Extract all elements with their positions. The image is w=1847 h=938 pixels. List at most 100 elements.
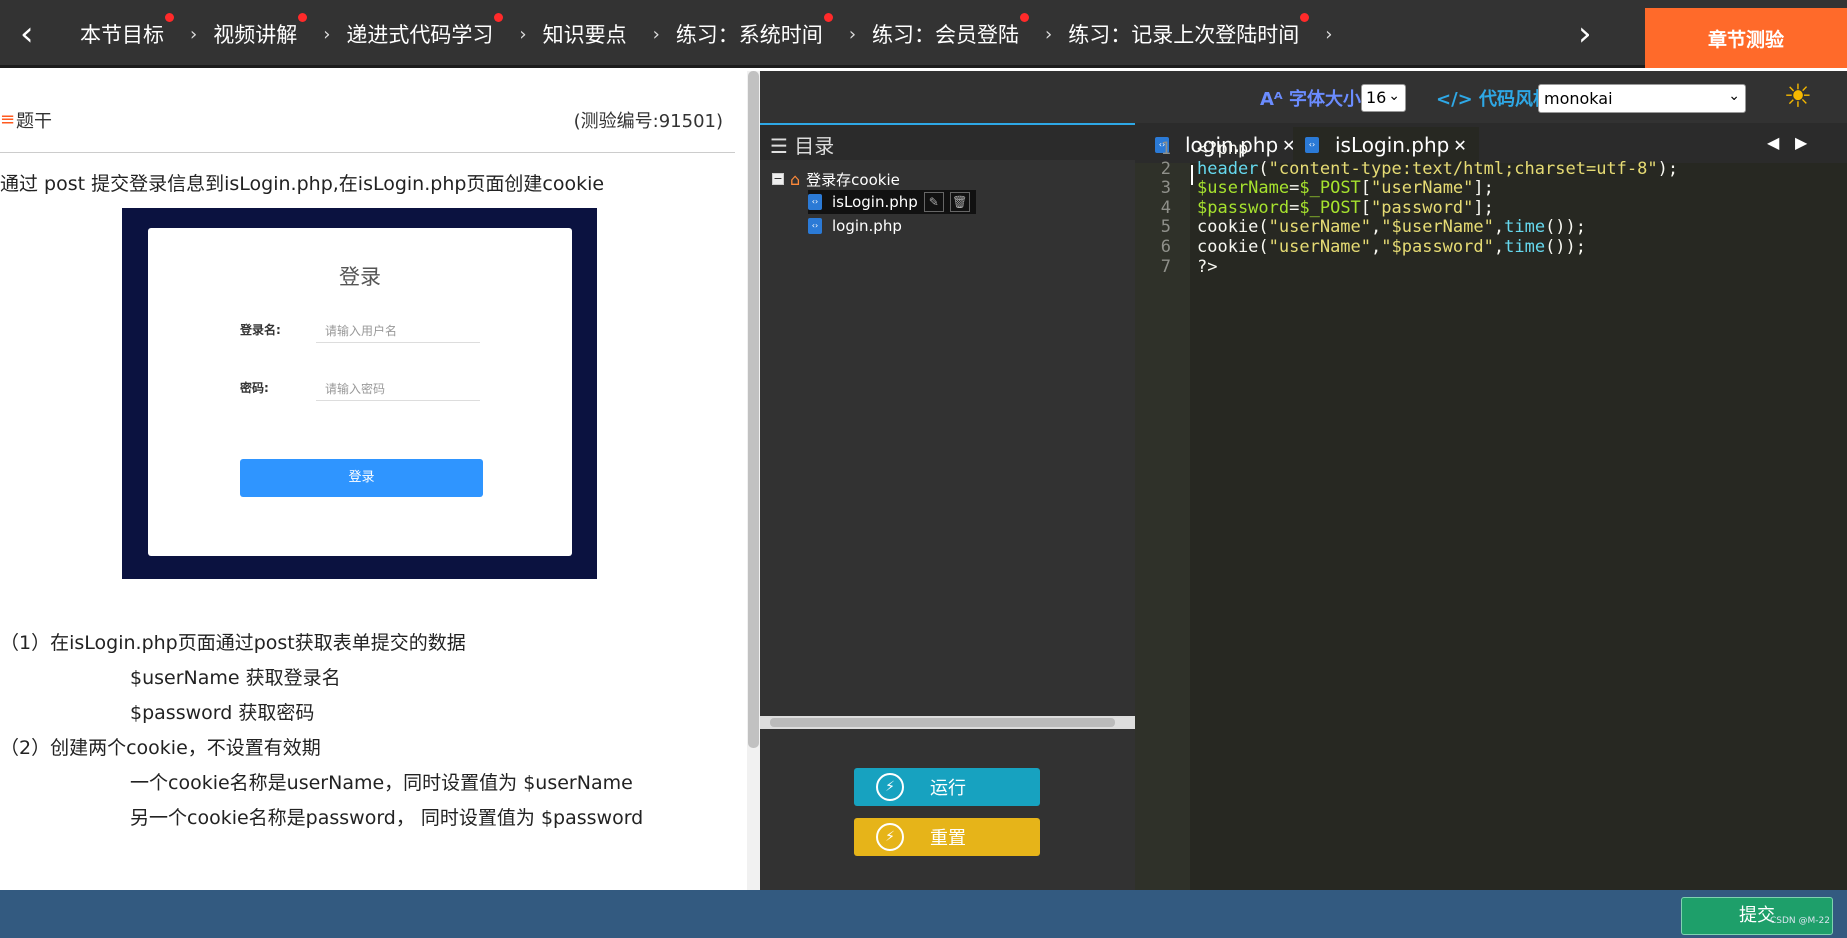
question-header: ≡ 题干 (测验编号:91501) bbox=[0, 107, 735, 137]
run-button[interactable]: ⚡ 运行 bbox=[854, 768, 1040, 806]
username-label: 登录名: bbox=[240, 323, 281, 337]
delete-icon[interactable]: 🗑 bbox=[949, 192, 970, 212]
question-title: 题干 bbox=[16, 111, 52, 132]
reset-label: 重置 bbox=[930, 828, 966, 849]
tree-file-islogin[interactable]: ‹› isLogin.php ✎ 🗑 bbox=[808, 190, 976, 214]
reset-button[interactable]: ⚡ 重置 bbox=[854, 818, 1040, 856]
collapse-icon[interactable]: − bbox=[772, 173, 784, 185]
next-arrow-icon[interactable]: › bbox=[1578, 16, 1592, 52]
left-scrollbar-thumb[interactable] bbox=[748, 71, 759, 748]
nav-item-label: 本节目标 bbox=[80, 13, 174, 49]
tab-scroll-left-icon[interactable]: ◀ bbox=[1767, 133, 1779, 152]
php-file-icon: ‹› bbox=[1305, 137, 1319, 153]
code-token: "password" bbox=[1371, 197, 1474, 218]
chevron-right-icon: › bbox=[1325, 23, 1333, 45]
username-row: 登录名: 请输入用户名 bbox=[240, 313, 480, 343]
unread-dot bbox=[823, 13, 833, 22]
lesson-nav: 本节目标 › 视频讲解 › 递进式代码学习 › 知识要点 › 练习：系统时间 › 练习：会员登陆 › 练… bbox=[80, 0, 1348, 68]
requirement-2: （2）创建两个cookie，不设置有效期 bbox=[0, 737, 321, 759]
code-token: ]; bbox=[1473, 197, 1494, 218]
tree-scrollbar-thumb[interactable] bbox=[770, 718, 1115, 727]
nav-item-label: 练习：系统时间 bbox=[676, 13, 833, 49]
tree-root-label: 登录存cookie bbox=[806, 170, 900, 189]
requirement-2a: 一个cookie名称是userName，同时设置值为 $userName bbox=[130, 772, 633, 794]
code-token: = bbox=[1289, 178, 1300, 199]
code-token: , bbox=[1371, 237, 1382, 257]
home-icon: ⌂ bbox=[790, 169, 801, 189]
code-style-label: </> 代码风格 bbox=[1436, 89, 1552, 110]
code-line: cookie("userName","$password",time()); bbox=[1197, 236, 1586, 259]
code-style-select[interactable]: monokai ⌄ bbox=[1538, 84, 1746, 113]
tab-scroll-right-icon[interactable]: ▶ bbox=[1795, 133, 1807, 152]
code-token: "$userName" bbox=[1381, 217, 1494, 238]
unread-dot bbox=[165, 13, 174, 22]
code-token: ?> bbox=[1197, 256, 1218, 277]
unread-dot bbox=[1300, 13, 1310, 22]
code-token: $_POST bbox=[1299, 197, 1361, 218]
line-number: 7 bbox=[1160, 256, 1171, 277]
login-card: 登录 登录名: 请输入用户名 密码: 请输入密码 登录 bbox=[148, 228, 572, 556]
edit-icon[interactable]: ✎ bbox=[923, 192, 944, 212]
nav-item-label: 练习：会员登陆 bbox=[872, 13, 1030, 49]
code-token: ]; bbox=[1473, 178, 1494, 199]
code-token: , bbox=[1493, 217, 1505, 238]
chevron-right-icon: › bbox=[190, 23, 198, 45]
nav-item[interactable]: 视频讲解 bbox=[213, 13, 308, 49]
directory-header: ☰ 目录 bbox=[760, 123, 1135, 160]
tree-file-login[interactable]: ‹› login.php bbox=[808, 214, 908, 238]
tree-file-label: isLogin.php bbox=[832, 193, 918, 211]
tree-file-label: login.php bbox=[832, 217, 902, 235]
code-token: "$password" bbox=[1381, 237, 1494, 257]
nav-item[interactable]: 递进式代码学习 bbox=[346, 13, 504, 49]
code-token: , bbox=[1371, 217, 1382, 238]
chevron-right-icon: › bbox=[848, 23, 857, 45]
nav-item[interactable]: 知识要点 bbox=[543, 19, 631, 49]
code-line: ?> bbox=[1197, 256, 1217, 279]
code-token: ()); bbox=[1545, 237, 1587, 257]
password-row: 密码: 请输入密码 bbox=[240, 371, 480, 401]
login-preview-title: 登录 bbox=[339, 265, 381, 289]
code-token: [ bbox=[1360, 178, 1372, 199]
lightbulb-icon[interactable]: ☀ bbox=[1780, 76, 1816, 116]
username-placeholder: 请输入用户名 bbox=[316, 313, 480, 343]
editor-toolbar: Aᴬ 字体大小 16 ⌄ </> 代码风格 monokai ⌄ ☀ bbox=[760, 71, 1847, 123]
code-token: time bbox=[1504, 217, 1546, 238]
code-token: header bbox=[1197, 158, 1259, 179]
code-token: $_POST bbox=[1299, 178, 1361, 199]
nav-item-label: 知识要点 bbox=[542, 23, 627, 47]
directory-title: ☰ 目录 bbox=[770, 134, 835, 158]
font-size-label: Aᴬ 字体大小 bbox=[1260, 89, 1361, 110]
lightning-icon: ⚡ bbox=[876, 823, 904, 851]
login-preview-button: 登录 bbox=[240, 459, 483, 497]
nav-item[interactable]: 练习：记录上次登陆时间 bbox=[1068, 13, 1310, 49]
nav-item[interactable]: 练习：会员登陆 bbox=[872, 13, 1030, 49]
text-cursor bbox=[1191, 165, 1193, 185]
close-icon[interactable]: ✕ bbox=[1453, 136, 1466, 155]
question-code: (测验编号:91501) bbox=[573, 111, 723, 132]
code-token: "userName" bbox=[1268, 217, 1372, 238]
watermark: CSDN @M-22 bbox=[1770, 916, 1830, 926]
code-token: "userName" bbox=[1268, 237, 1372, 257]
chevron-down-icon: ⌄ bbox=[1728, 88, 1740, 104]
nav-item[interactable]: 本节目标 bbox=[80, 13, 174, 49]
tree-root-folder[interactable]: − ⌂ 登录存cookie bbox=[772, 168, 900, 190]
chapter-test-button[interactable]: 章节测验 bbox=[1645, 8, 1847, 68]
chevron-right-icon: › bbox=[519, 23, 527, 45]
unread-dot bbox=[298, 13, 308, 22]
question-pane: ≡ 题干 (测验编号:91501) 通过 post 提交登录信息到isLogin… bbox=[0, 71, 748, 890]
back-arrow-icon[interactable]: ‹ bbox=[20, 16, 50, 52]
code-token: ()); bbox=[1545, 217, 1587, 238]
tree-horizontal-scrollbar[interactable] bbox=[760, 716, 1135, 729]
code-token: ( bbox=[1258, 158, 1269, 179]
login-form-preview-image: 登录 登录名: 请输入用户名 密码: 请输入密码 登录 bbox=[122, 208, 597, 579]
top-nav-bar: ‹ 本节目标 › 视频讲解 › 递进式代码学习 › 知识要点 › 练习：系统时间 › 练习：会员登陆… bbox=[0, 0, 1847, 68]
code-token: $password bbox=[1197, 197, 1290, 218]
code-token: cookie( bbox=[1197, 237, 1269, 257]
php-file-icon: ‹› bbox=[808, 218, 822, 234]
nav-item[interactable]: 练习：系统时间 bbox=[676, 13, 833, 49]
font-size-select[interactable]: 16 ⌄ bbox=[1361, 84, 1406, 112]
tab-label: isLogin.php bbox=[1335, 133, 1450, 157]
code-editor[interactable] bbox=[1190, 163, 1847, 890]
run-label: 运行 bbox=[930, 778, 966, 799]
bottom-bar bbox=[0, 890, 1847, 938]
